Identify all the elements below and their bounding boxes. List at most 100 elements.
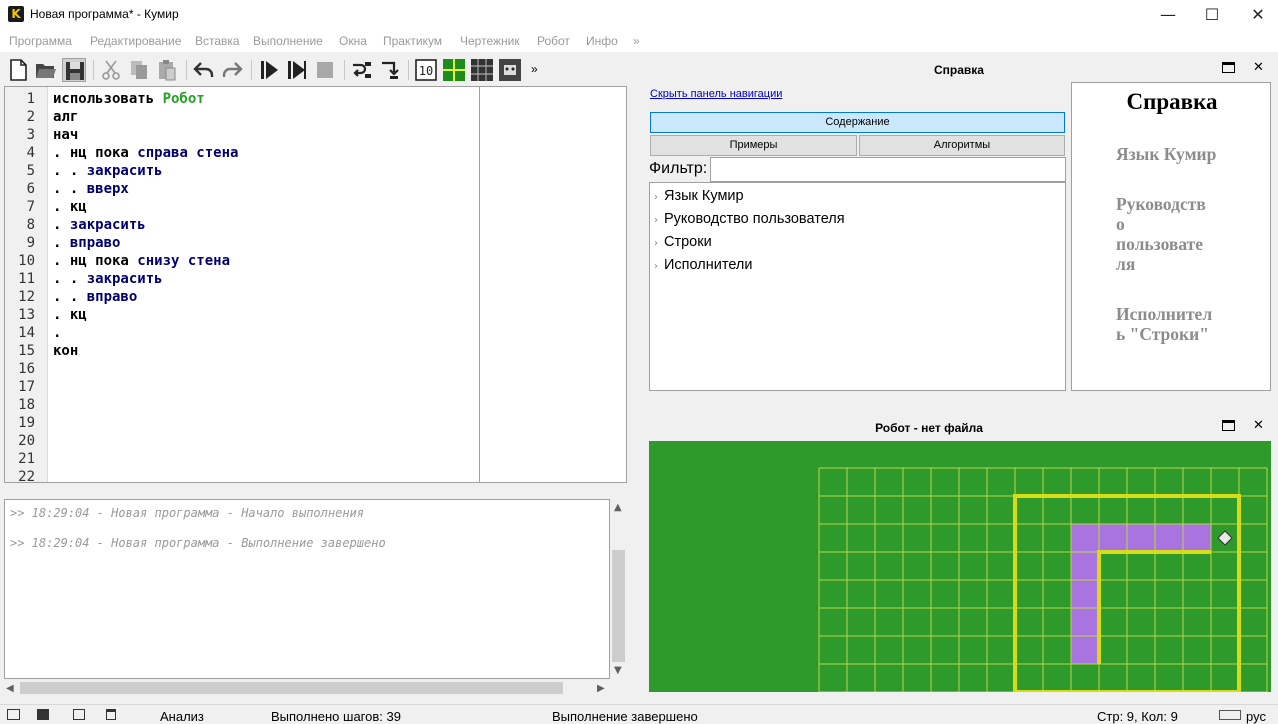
step-into-icon[interactable] (378, 58, 402, 82)
code-token: . . (53, 181, 87, 197)
menu-robot[interactable]: Робот (537, 34, 570, 48)
status-window-icon[interactable] (7, 709, 20, 720)
menu-drawer[interactable]: Чертежник (460, 34, 520, 48)
save-icon[interactable] (62, 58, 86, 82)
redo-icon[interactable] (220, 58, 244, 82)
window-title: Новая программа* - Кумир (30, 7, 179, 21)
scroll-left-icon[interactable]: ◀ (6, 683, 14, 694)
robot-field[interactable] (649, 441, 1271, 694)
help-page-view: Справка Язык Кумир Руководств о пользовате… (1071, 82, 1271, 391)
code-line[interactable]: . . закрасить (53, 270, 163, 288)
cut-icon[interactable] (99, 58, 123, 82)
code-token: . нц пока (53, 253, 138, 269)
line-number-gutter: 1 2 3 4 5 6 7 8 9 10 11 12 13 14 15 16 17 18 19 20 21 22 (5, 87, 48, 482)
status-copy-icon[interactable] (73, 709, 85, 720)
toc-item-strings[interactable]: › Строки (654, 234, 712, 250)
toc-item-language[interactable]: › Язык Кумир (654, 188, 744, 204)
code-line[interactable]: . кц (53, 306, 87, 324)
new-file-icon[interactable] (6, 58, 30, 82)
copy-icon[interactable] (127, 58, 151, 82)
run-icon[interactable] (257, 58, 281, 82)
close-button[interactable]: ✕ (1235, 0, 1278, 30)
code-token: нач (53, 127, 79, 143)
painted-cell (1071, 552, 1099, 580)
scroll-up-icon[interactable]: ▲ (614, 502, 622, 513)
console-horizontal-scroll-thumb[interactable] (20, 682, 563, 694)
step-over-icon[interactable] (350, 58, 374, 82)
counter-icon[interactable]: 10 (414, 58, 438, 82)
toolbar-overflow-button[interactable]: » (531, 62, 538, 76)
scroll-right-icon[interactable]: ▶ (597, 683, 605, 694)
robot-marker (1217, 530, 1233, 546)
code-token: . (53, 217, 70, 233)
help-close-icon[interactable]: ✕ (1253, 61, 1264, 75)
help-page-heading: Справка (1126, 89, 1218, 114)
line-number: 20 (18, 433, 35, 449)
help-link-language[interactable]: Язык Кумир (1116, 144, 1266, 164)
code-line[interactable]: . . закрасить (53, 162, 163, 180)
robot-undock-icon[interactable] (1222, 420, 1235, 431)
menu-info[interactable]: Инфо (586, 34, 618, 48)
menu-practicum[interactable]: Практикум (383, 34, 442, 48)
menu-windows[interactable]: Окна (339, 34, 367, 48)
grid-dark-icon[interactable] (470, 58, 494, 82)
status-clear-icon[interactable] (106, 709, 116, 720)
code-line[interactable]: . закрасить (53, 216, 146, 234)
code-token: вправо (69, 235, 121, 251)
toc-item-user-guide[interactable]: › Руководство пользователя (654, 211, 845, 227)
line-number: 15 (18, 343, 35, 359)
paste-icon[interactable] (155, 58, 179, 82)
menu-overflow[interactable]: » (633, 34, 640, 48)
robot-panel-title: Робот - нет файла (875, 421, 983, 435)
menu-program[interactable]: Программа (9, 34, 72, 48)
code-line[interactable]: . нц пока снизу стена (53, 252, 230, 270)
scroll-down-icon[interactable]: ▼ (614, 665, 622, 676)
code-line[interactable]: . кц (53, 198, 87, 216)
hide-navigation-link[interactable]: Скрыть панель навигации (650, 88, 782, 100)
tab-examples[interactable]: Примеры (650, 135, 857, 156)
open-folder-icon[interactable] (34, 58, 58, 82)
stop-icon[interactable] (313, 58, 337, 82)
undo-icon[interactable] (192, 58, 216, 82)
code-line[interactable]: нач (53, 126, 78, 144)
status-state: Выполнение завершено (552, 709, 698, 724)
line-number: 18 (18, 397, 35, 413)
output-console[interactable]: >> 18:29:04 - Новая программа - Начало в… (4, 499, 610, 679)
code-line[interactable]: . вправо (53, 234, 120, 252)
line-number: 21 (18, 451, 35, 467)
code-line[interactable]: . (53, 324, 61, 342)
grid-green-icon[interactable] (442, 58, 466, 82)
code-line[interactable]: алг (53, 108, 78, 126)
tab-algorithms[interactable]: Алгоритмы (859, 135, 1065, 156)
toc-item-executors[interactable]: › Исполнители (654, 257, 752, 273)
code-line[interactable]: . . вправо (53, 288, 137, 306)
menu-run[interactable]: Выполнение (253, 34, 323, 48)
menu-insert[interactable]: Вставка (195, 34, 240, 48)
code-line[interactable]: кон (53, 342, 78, 360)
painted-cell (1071, 608, 1099, 636)
help-link-strings-executor[interactable]: Исполнител ь "Строки" (1116, 304, 1266, 344)
chevron-right-icon: › (654, 238, 658, 249)
status-save-icon[interactable] (37, 709, 49, 720)
code-line[interactable]: . . вверх (53, 180, 129, 198)
code-token: снизу стена (137, 253, 231, 269)
code-line[interactable]: . нц пока справа стена (53, 144, 238, 162)
run-step-icon[interactable] (285, 58, 309, 82)
maximize-button[interactable]: ☐ (1189, 0, 1235, 30)
code-token: закрасить (86, 271, 163, 287)
console-vertical-scroll-thumb[interactable] (612, 550, 625, 662)
painted-cell (1155, 524, 1183, 552)
minimize-button[interactable]: — (1145, 0, 1191, 30)
line-number: 2 (26, 109, 35, 125)
robot-close-icon[interactable]: ✕ (1253, 419, 1264, 433)
menu-edit[interactable]: Редактирование (90, 34, 181, 48)
code-token: . . (53, 163, 87, 179)
help-link-user-guide[interactable]: Руководств о пользовате ля (1116, 194, 1266, 274)
filter-input[interactable] (710, 157, 1066, 182)
tab-contents[interactable]: Содержание (650, 112, 1065, 133)
editor-margin-line (479, 87, 480, 482)
code-line[interactable]: использовать Робот (53, 90, 205, 108)
robot-window-icon[interactable] (498, 58, 522, 82)
help-undock-icon[interactable] (1222, 62, 1235, 73)
code-editor[interactable]: 1 2 3 4 5 6 7 8 9 10 11 12 13 14 15 16 17 18 19 20 21 22 испо… (4, 86, 627, 483)
